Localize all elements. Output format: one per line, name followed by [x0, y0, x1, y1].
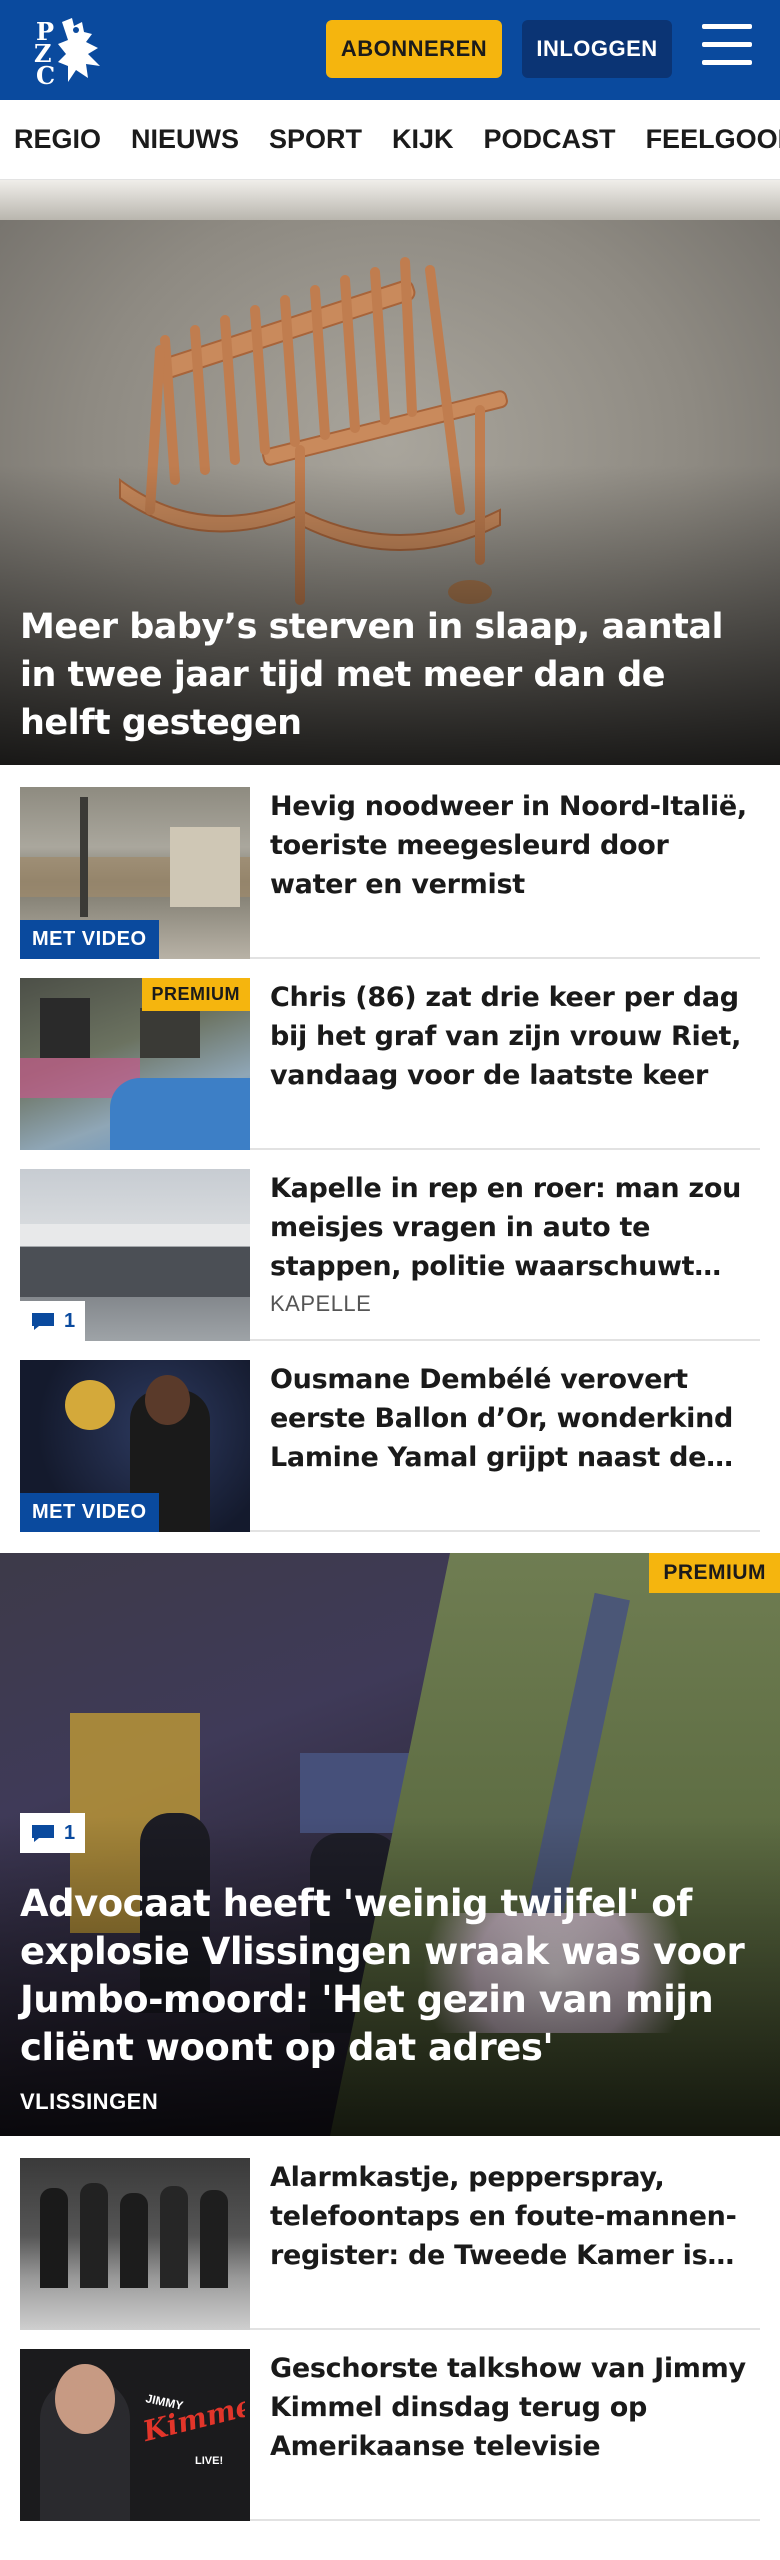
- ballon-dor-thumbnail: MET VIDEO: [20, 1360, 250, 1532]
- comment-bubble-icon: [32, 1825, 54, 1842]
- pzc-logo[interactable]: P Z C: [28, 14, 112, 86]
- svg-text:C: C: [36, 61, 55, 86]
- comment-count-badge[interactable]: 1: [20, 1301, 86, 1341]
- list-item[interactable]: Alarmkastje, pepperspray, telefoontaps e…: [20, 2158, 760, 2330]
- politicians-thumbnail: [20, 2158, 250, 2330]
- list-item[interactable]: MET VIDEO Ousmane Dembélé verovert eerst…: [20, 1360, 760, 1532]
- list-item[interactable]: JIMMY Kimmel LIVE! Geschorste talkshow v…: [20, 2349, 760, 2521]
- kimmel-live-sign: JIMMY Kimmel LIVE!: [139, 2386, 245, 2467]
- article-title[interactable]: Ousmane Dembélé verovert eerste Ballon d…: [270, 1360, 758, 1477]
- top-bar: P Z C ABONNEREN INLOGGEN: [0, 0, 780, 100]
- article-title[interactable]: Alarmkastje, pepperspray, telefoontaps e…: [270, 2158, 758, 2275]
- nav-item-nieuws[interactable]: NIEUWS: [131, 124, 239, 155]
- kimmel-thumbnail: JIMMY Kimmel LIVE!: [20, 2349, 250, 2521]
- login-button[interactable]: INLOGGEN: [522, 20, 672, 78]
- building-thumbnail: 1: [20, 1169, 250, 1341]
- article-region: KAPELLE: [270, 1291, 372, 1316]
- hero-title[interactable]: Meer baby’s sterven in slaap, aantal in …: [20, 603, 760, 747]
- grave-thumbnail: PREMIUM: [20, 978, 250, 1150]
- subscribe-button[interactable]: ABONNEREN: [326, 20, 502, 78]
- list-item[interactable]: PREMIUM Chris (86) zat drie keer per dag…: [20, 978, 760, 1150]
- premium-badge: PREMIUM: [649, 1553, 780, 1593]
- article-title[interactable]: Geschorste talkshow van Jimmy Kimmel din…: [270, 2349, 758, 2466]
- article-title[interactable]: Kapelle in rep en roer: man zou meisjes …: [270, 1169, 758, 1286]
- premium-badge: PREMIUM: [141, 978, 250, 1011]
- hero-article[interactable]: Meer baby’s sterven in slaap, aantal in …: [0, 180, 780, 765]
- hamburger-menu-icon[interactable]: [700, 24, 754, 74]
- nav-item-regio[interactable]: REGIO: [14, 124, 101, 155]
- list-item[interactable]: MET VIDEO Hevig noodweer in Noord-Italië…: [20, 787, 760, 959]
- comment-count: 1: [64, 1309, 76, 1332]
- article-title[interactable]: Hevig noodweer in Noord-Italië, toeriste…: [270, 787, 758, 904]
- article-title[interactable]: Chris (86) zat drie keer per dag bij het…: [270, 978, 758, 1095]
- nav-item-podcast[interactable]: PODCAST: [484, 124, 616, 155]
- nav-item-sport[interactable]: SPORT: [269, 124, 362, 155]
- feature-title[interactable]: Advocaat heeft 'weinig twijfel' of explo…: [20, 1880, 750, 2072]
- comment-count: 1: [64, 1821, 76, 1844]
- flood-thumbnail: MET VIDEO: [20, 787, 250, 959]
- nav-item-feelgood[interactable]: FEELGOOD: [646, 124, 780, 155]
- feature-region: VLISSINGEN: [20, 2089, 159, 2114]
- nav-item-kijk[interactable]: KIJK: [392, 124, 454, 155]
- comment-bubble-icon: [32, 1313, 54, 1330]
- list-item[interactable]: 1 Kapelle in rep en roer: man zou meisje…: [20, 1169, 760, 1341]
- video-badge: MET VIDEO: [20, 1493, 159, 1532]
- svg-text:LIVE!: LIVE!: [195, 2455, 223, 2467]
- section-nav: REGIO NIEUWS SPORT KIJK PODCAST FEELGOOD…: [0, 100, 780, 180]
- comment-count-badge[interactable]: 1: [20, 1813, 86, 1853]
- video-badge: MET VIDEO: [20, 920, 159, 959]
